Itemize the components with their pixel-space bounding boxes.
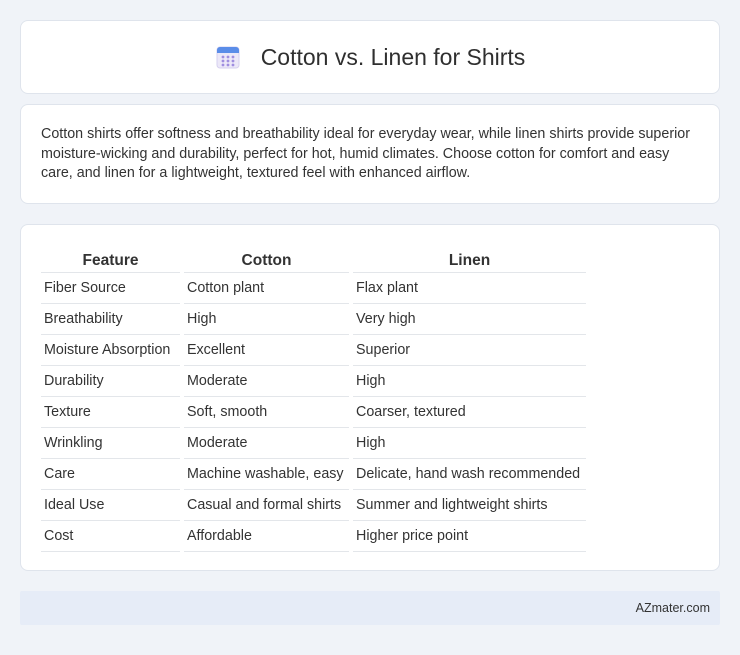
feature-cell: Breathability (41, 304, 180, 335)
comparison-card: Feature Cotton Linen Fiber Source Cotton… (20, 224, 720, 571)
header-card: Cotton vs. Linen for Shirts (20, 20, 720, 94)
table-row: Breathability High Very high (41, 304, 586, 335)
cotton-cell: High (184, 304, 349, 335)
table-row: Moisture Absorption Excellent Superior (41, 335, 586, 366)
header-feature: Feature (41, 245, 180, 273)
cotton-cell: Cotton plant (184, 273, 349, 304)
linen-cell: High (353, 366, 586, 397)
linen-cell: Delicate, hand wash recommended (353, 459, 586, 490)
table-row: Cost Affordable Higher price point (41, 521, 586, 552)
footer: AZmater.com (20, 591, 720, 625)
table-row: Fiber Source Cotton plant Flax plant (41, 273, 586, 304)
feature-cell: Durability (41, 366, 180, 397)
cotton-cell: Machine washable, easy (184, 459, 349, 490)
cotton-cell: Soft, smooth (184, 397, 349, 428)
header-cotton: Cotton (184, 245, 349, 273)
feature-cell: Moisture Absorption (41, 335, 180, 366)
table-row: Ideal Use Casual and formal shirts Summe… (41, 490, 586, 521)
linen-cell: Flax plant (353, 273, 586, 304)
table-row: Wrinkling Moderate High (41, 428, 586, 459)
cotton-cell: Casual and formal shirts (184, 490, 349, 521)
linen-cell: Higher price point (353, 521, 586, 552)
page-title: Cotton vs. Linen for Shirts (260, 43, 526, 70)
cotton-cell: Moderate (184, 428, 349, 459)
cotton-cell: Moderate (184, 366, 349, 397)
cotton-cell: Excellent (184, 335, 349, 366)
footer-brand-link[interactable]: AZmater.com (636, 601, 710, 615)
feature-cell: Wrinkling (41, 428, 180, 459)
summary-text: Cotton shirts offer softness and breatha… (41, 126, 690, 181)
cotton-cell: Affordable (184, 521, 349, 552)
feature-cell: Care (41, 459, 180, 490)
comparison-table: Feature Cotton Linen Fiber Source Cotton… (37, 245, 590, 552)
calendar-icon (216, 46, 240, 69)
table-row: Care Machine washable, easy Delicate, ha… (41, 459, 586, 490)
table-row: Texture Soft, smooth Coarser, textured (41, 397, 586, 428)
feature-cell: Texture (41, 397, 180, 428)
linen-cell: Summer and lightweight shirts (353, 490, 586, 521)
linen-cell: Very high (353, 304, 586, 335)
linen-cell: High (353, 428, 586, 459)
feature-cell: Cost (41, 521, 180, 552)
summary-card: Cotton shirts offer softness and breatha… (20, 104, 720, 204)
feature-cell: Fiber Source (41, 273, 180, 304)
header-linen: Linen (353, 245, 586, 273)
linen-cell: Coarser, textured (353, 397, 586, 428)
feature-cell: Ideal Use (41, 490, 180, 521)
linen-cell: Superior (353, 335, 586, 366)
table-header-row: Feature Cotton Linen (41, 245, 586, 273)
table-row: Durability Moderate High (41, 366, 586, 397)
title-wrap: Cotton vs. Linen for Shirts (215, 43, 526, 71)
